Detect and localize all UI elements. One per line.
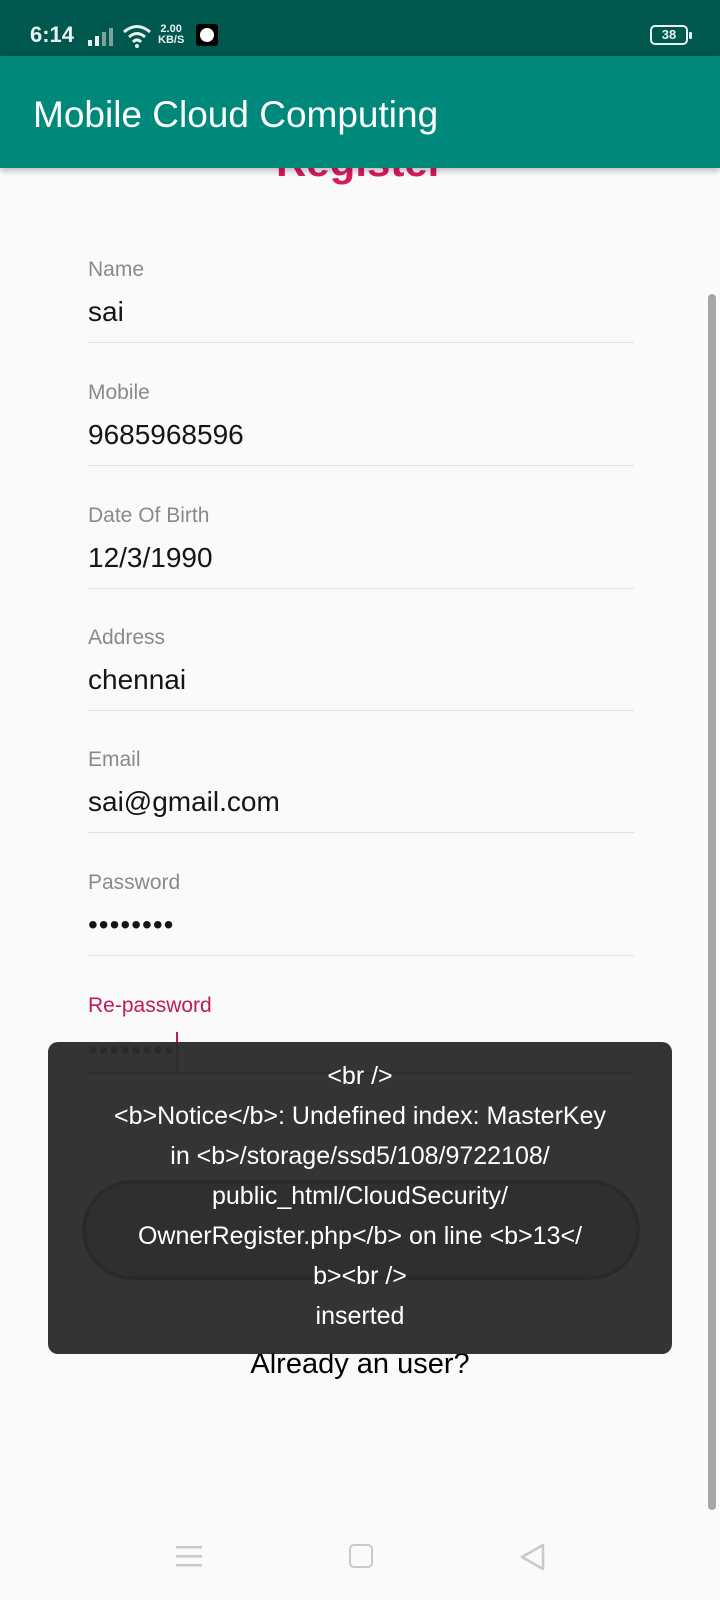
dob-label: Date Of Birth xyxy=(88,504,210,527)
toast-line: inserted xyxy=(315,1302,405,1330)
navigation-bar xyxy=(0,1520,720,1600)
name-label: Name xyxy=(88,258,145,281)
field-underline xyxy=(88,955,634,956)
toast-line: <b>Notice</b>: Undefined index: MasterKe… xyxy=(114,1102,606,1130)
network-speed: 2.00 KB/S xyxy=(158,24,184,46)
repassword-label: Re-password xyxy=(88,994,212,1017)
email-input[interactable]: sai@gmail.com xyxy=(88,786,634,826)
scrollbar[interactable] xyxy=(708,294,716,1510)
email-label: Email xyxy=(88,748,141,771)
field-underline xyxy=(88,710,634,711)
status-bar: 6:14 2.00 KB/S 38 xyxy=(0,0,720,56)
toast-line: <br /> xyxy=(327,1062,393,1090)
password-label: Password xyxy=(88,871,181,894)
address-input[interactable]: chennai xyxy=(88,664,634,704)
app-badge-icon xyxy=(196,24,218,46)
address-field[interactable]: Address chennai xyxy=(88,626,634,711)
field-underline xyxy=(88,832,634,833)
toast-line: OwnerRegister.php</b> on line <b>13</ xyxy=(137,1222,583,1250)
mobile-label: Mobile xyxy=(88,381,150,404)
toast-line: public_html/CloudSecurity/ xyxy=(212,1182,508,1210)
menu-nav-icon[interactable] xyxy=(176,1544,202,1568)
name-field[interactable]: Name sai xyxy=(88,258,634,343)
email-field[interactable]: Email sai@gmail.com xyxy=(88,748,634,833)
app-title: Mobile Cloud Computing xyxy=(33,94,439,135)
field-underline xyxy=(88,588,634,589)
toast-message: <br /> <b>Notice</b>: Undefined index: M… xyxy=(48,1042,672,1354)
home-nav-icon[interactable] xyxy=(349,1544,373,1568)
toast-line: in <b>/storage/ssd5/108/9722108/ xyxy=(170,1142,550,1170)
status-time: 6:14 xyxy=(30,22,75,47)
password-input[interactable]: •••••••• xyxy=(88,909,634,949)
wifi-icon xyxy=(123,25,151,48)
mobile-field[interactable]: Mobile 9685968596 xyxy=(88,381,634,466)
dob-input[interactable]: 12/3/1990 xyxy=(88,542,634,582)
net-speed-unit: KB/S xyxy=(158,34,185,46)
toast-line: b><br /> xyxy=(313,1262,407,1290)
password-field[interactable]: Password •••••••• xyxy=(88,871,634,956)
name-input[interactable]: sai xyxy=(88,296,634,336)
field-underline xyxy=(88,342,634,343)
back-nav-icon[interactable] xyxy=(518,1542,546,1572)
field-underline xyxy=(88,465,634,466)
address-label: Address xyxy=(88,626,166,649)
dob-field[interactable]: Date Of Birth 12/3/1990 xyxy=(88,504,634,589)
battery-icon: 38 xyxy=(650,25,692,45)
mobile-input[interactable]: 9685968596 xyxy=(88,419,634,459)
signal-icon xyxy=(88,28,113,46)
app-bar: Mobile Cloud Computing xyxy=(0,56,720,168)
